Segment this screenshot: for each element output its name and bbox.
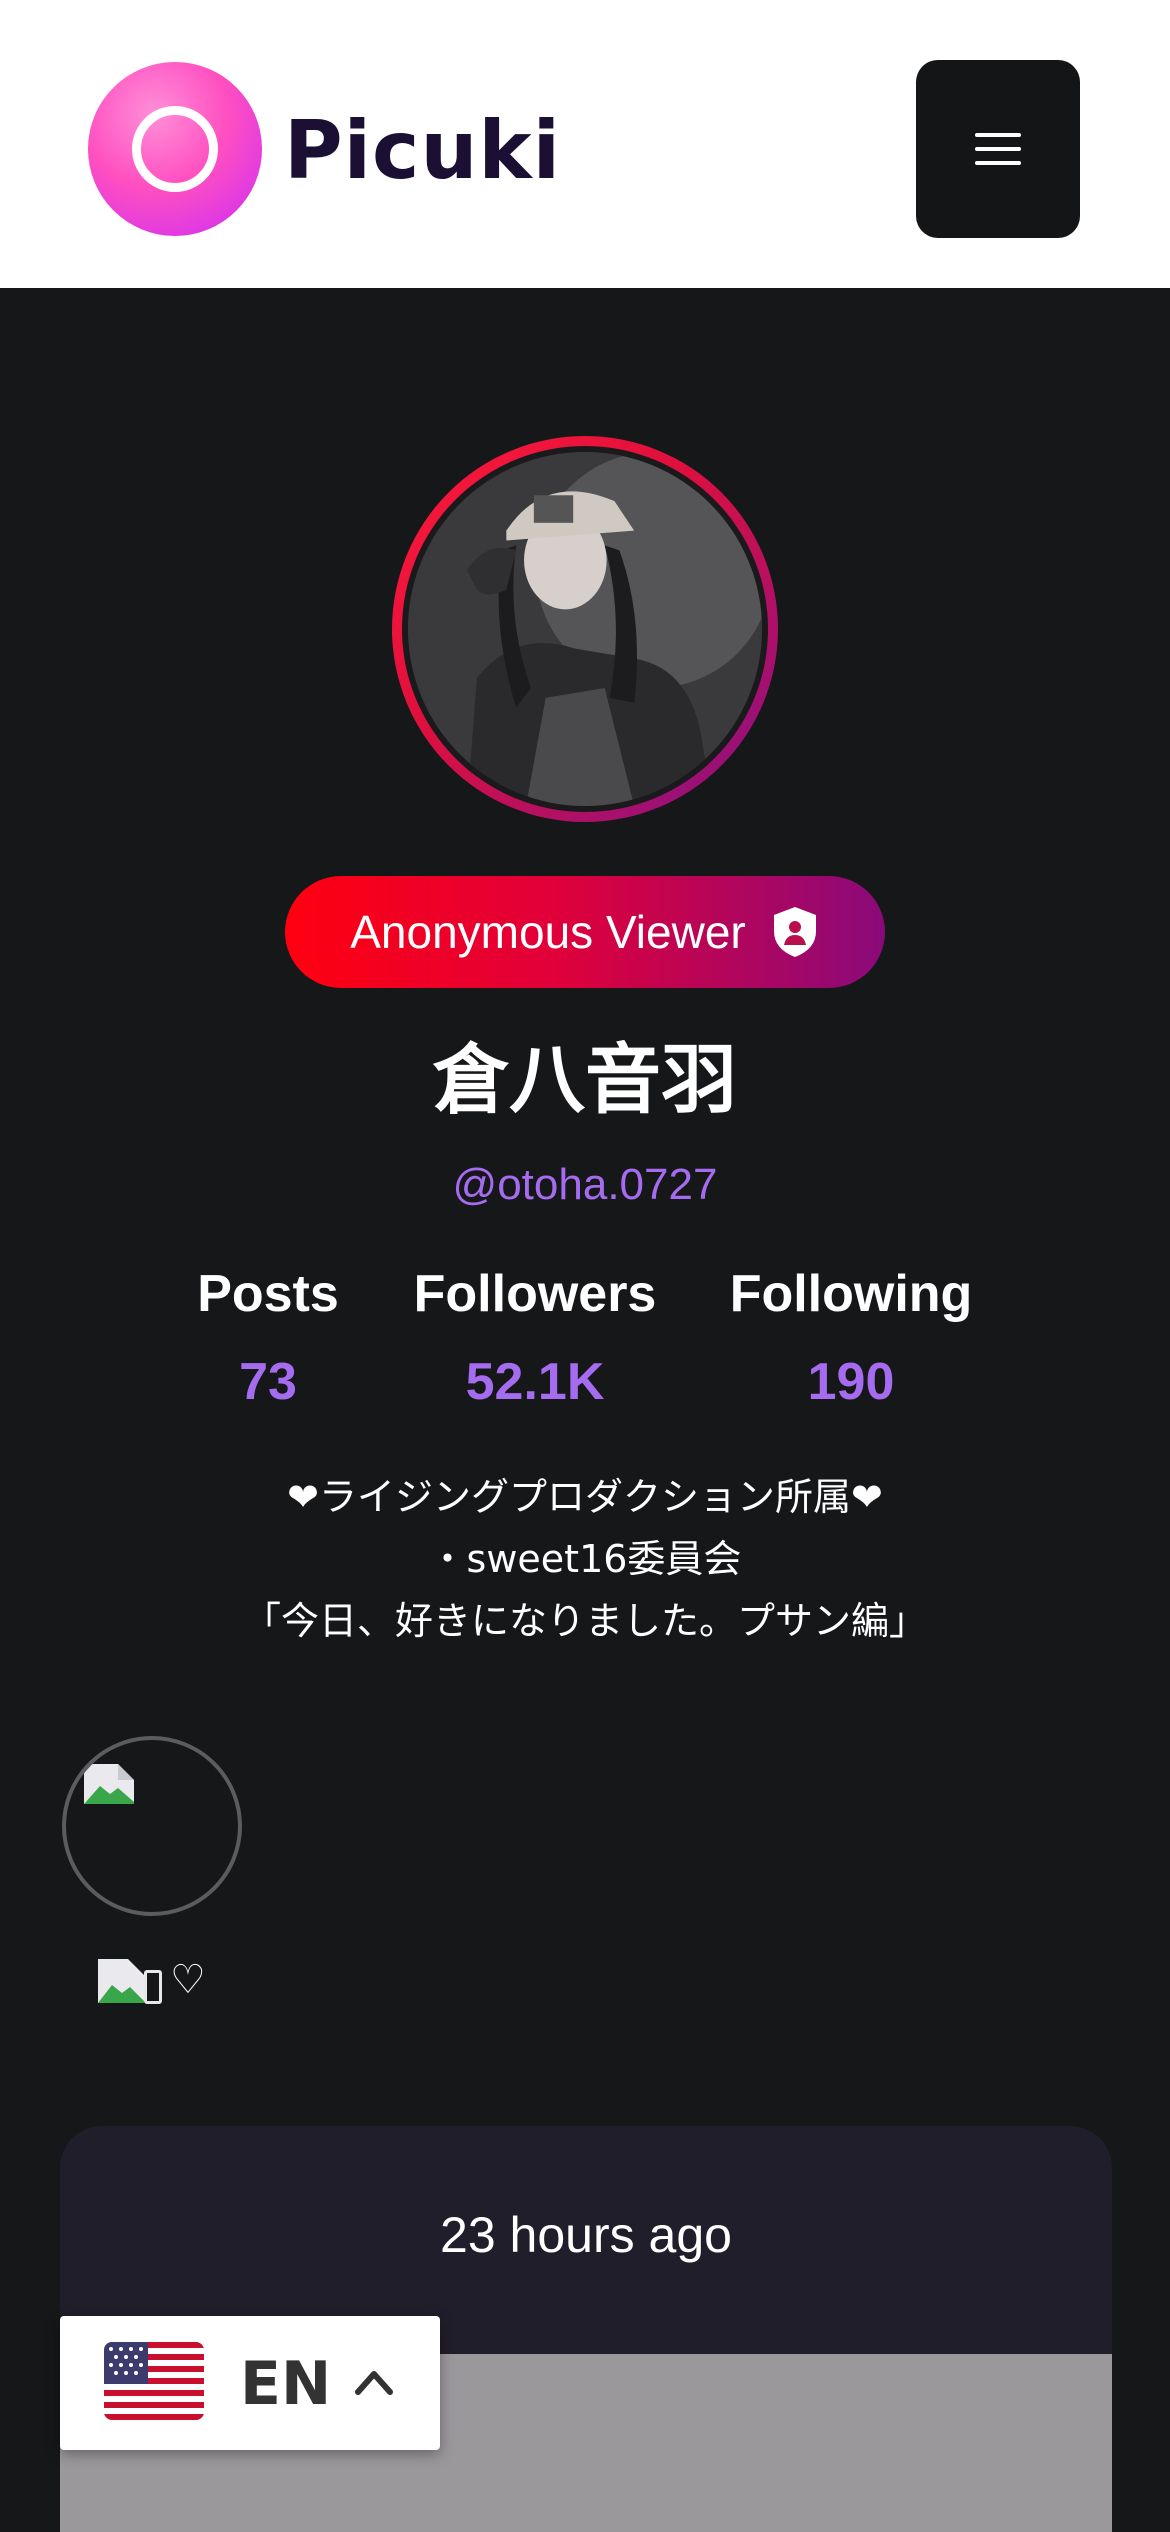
stat-followers-value: 52.1K xyxy=(465,1353,605,1411)
broken-image-icon xyxy=(98,1959,144,2003)
stat-following-label: Following xyxy=(729,1265,973,1323)
hamburger-menu-icon xyxy=(975,133,1021,165)
picuki-logo-icon[interactable] xyxy=(88,62,262,236)
avatar[interactable] xyxy=(402,446,768,812)
brand-name[interactable]: Picuki xyxy=(284,96,561,206)
stat-followers-label: Followers xyxy=(413,1265,657,1323)
profile-bio: ❤ライジングプロダクション所属❤ ・sweet16委員会 「今日、好きになりまし… xyxy=(0,1466,1170,1652)
post-timestamp: 23 hours ago xyxy=(440,2207,732,2263)
shield-icon xyxy=(773,907,816,957)
stat-posts-label: Posts xyxy=(197,1265,339,1323)
site-header: Picuki xyxy=(0,0,1170,288)
logo-ring xyxy=(132,106,218,192)
display-name: 倉八音羽 xyxy=(433,1035,737,1124)
language-code: EN xyxy=(240,2349,332,2419)
stat-posts-value: 73 xyxy=(239,1353,297,1411)
broken-image-icon xyxy=(84,1764,134,1804)
us-flag-icon xyxy=(104,2342,204,2420)
story-highlight-label: ♡ xyxy=(96,1952,206,2008)
bio-line: 「今日、好きになりました。プサン編」 xyxy=(242,1599,927,1643)
menu-button[interactable] xyxy=(916,60,1080,238)
language-switcher[interactable]: EN xyxy=(60,2316,440,2450)
chevron-up-icon xyxy=(355,2371,393,2395)
stat-followers: Followers 52.1K xyxy=(400,1262,670,1414)
stat-following: Following 190 xyxy=(716,1262,986,1414)
anonymous-viewer-label: Anonymous Viewer xyxy=(350,906,746,958)
stat-posts: Posts 73 xyxy=(168,1262,368,1414)
avatar-photo-illustration xyxy=(408,452,762,806)
profile-avatar-ring xyxy=(392,436,778,822)
phone-glyph-icon xyxy=(144,1970,162,2004)
bio-line: ❤ライジングプロダクション所属❤ xyxy=(287,1475,883,1519)
avatar-photo xyxy=(408,452,762,806)
stat-following-value: 190 xyxy=(807,1353,895,1411)
username-handle[interactable]: @otoha.0727 xyxy=(0,1160,1170,1210)
highlight-heart: ♡ xyxy=(170,1958,206,2002)
story-highlight[interactable] xyxy=(62,1736,242,1916)
anonymous-viewer-badge[interactable]: Anonymous Viewer xyxy=(285,876,885,988)
bio-line: ・sweet16委員会 xyxy=(428,1537,742,1581)
